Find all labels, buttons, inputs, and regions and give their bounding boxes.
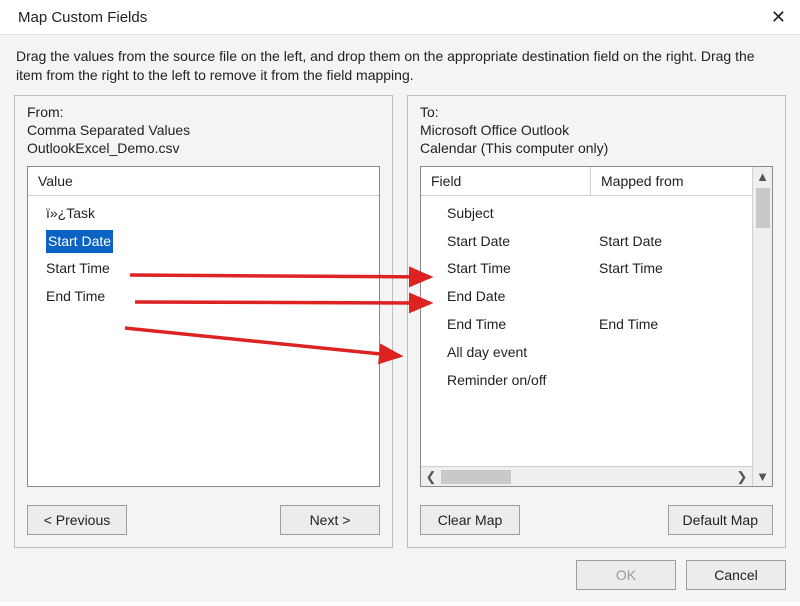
to-folder: Calendar (This computer only): [420, 140, 773, 156]
to-list-item[interactable]: Start DateStart Date: [421, 228, 752, 256]
panels: From: Comma Separated Values OutlookExce…: [14, 95, 786, 548]
to-item-mapped: Start Date: [599, 230, 742, 254]
from-list-item[interactable]: End Time: [28, 283, 379, 311]
to-list-item[interactable]: Start TimeStart Time: [421, 255, 752, 283]
vertical-scrollbar[interactable]: ▲ ▼: [752, 167, 772, 486]
hscroll-thumb[interactable]: [441, 470, 511, 484]
to-item-field: All day event: [439, 341, 599, 365]
cancel-button[interactable]: Cancel: [686, 560, 786, 590]
from-filename: OutlookExcel_Demo.csv: [27, 140, 380, 156]
dialog-footer: OK Cancel: [14, 560, 786, 590]
from-panel: From: Comma Separated Values OutlookExce…: [14, 95, 393, 548]
to-label: To:: [420, 104, 773, 120]
to-item-field: Subject: [439, 202, 599, 226]
to-item-field: End Date: [439, 285, 599, 309]
horizontal-scrollbar[interactable]: ❮ ❯: [421, 466, 752, 486]
to-list-rows: SubjectStart DateStart DateStart TimeSta…: [421, 196, 752, 466]
dialog-body: Drag the values from the source file on …: [0, 34, 800, 602]
to-listbox[interactable]: Field Mapped from SubjectStart DateStart…: [420, 166, 773, 487]
to-list-item[interactable]: End TimeEnd Time: [421, 311, 752, 339]
to-list-item[interactable]: All day event: [421, 339, 752, 367]
to-item-field: End Time: [439, 313, 599, 337]
ok-button[interactable]: OK: [576, 560, 676, 590]
from-item-label: Start Time: [46, 257, 110, 281]
to-item-field: Reminder on/off: [439, 369, 599, 393]
title-bar: Map Custom Fields ✕: [0, 0, 800, 34]
scroll-left-icon[interactable]: ❮: [421, 467, 441, 487]
from-item-label: ï»¿Task: [46, 202, 95, 226]
to-header-field: Field: [421, 167, 591, 195]
from-list-item[interactable]: Start Time: [28, 255, 379, 283]
next-button[interactable]: Next >: [280, 505, 380, 535]
from-list-item[interactable]: ï»¿Task: [28, 200, 379, 228]
from-label: From:: [27, 104, 380, 120]
scroll-up-icon[interactable]: ▲: [756, 167, 770, 186]
to-panel-buttons: Clear Map Default Map: [420, 505, 773, 535]
to-target-app: Microsoft Office Outlook: [420, 122, 773, 138]
instructions-text: Drag the values from the source file on …: [16, 47, 784, 85]
to-panel: To: Microsoft Office Outlook Calendar (T…: [407, 95, 786, 548]
from-header-value: Value: [28, 167, 379, 195]
to-list-header: Field Mapped from: [421, 167, 752, 196]
from-list-item[interactable]: Start Date: [28, 228, 379, 256]
close-icon[interactable]: ✕: [771, 8, 786, 26]
default-map-button[interactable]: Default Map: [668, 505, 773, 535]
previous-button[interactable]: < Previous: [27, 505, 127, 535]
from-panel-buttons: < Previous Next >: [27, 505, 380, 535]
from-list-rows: ï»¿Task Start Date Start Time End Time: [28, 196, 379, 486]
vscroll-thumb[interactable]: [756, 188, 770, 228]
to-item-mapped: Start Time: [599, 257, 742, 281]
to-item-field: Start Date: [439, 230, 599, 254]
to-header-mapped: Mapped from: [591, 167, 752, 195]
dialog-title: Map Custom Fields: [18, 9, 147, 26]
scroll-down-icon[interactable]: ▼: [753, 467, 772, 486]
from-list-header: Value: [28, 167, 379, 196]
to-list-item[interactable]: End Date: [421, 283, 752, 311]
to-list-item[interactable]: Subject: [421, 200, 752, 228]
clear-map-button[interactable]: Clear Map: [420, 505, 520, 535]
to-item-field: Start Time: [439, 257, 599, 281]
from-item-label: Start Date: [46, 230, 113, 254]
from-source-type: Comma Separated Values: [27, 122, 380, 138]
from-listbox[interactable]: Value ï»¿Task Start Date Start Time End Tim…: [27, 166, 380, 487]
from-item-label: End Time: [46, 285, 105, 309]
scroll-right-icon[interactable]: ❯: [732, 467, 752, 487]
to-item-mapped: End Time: [599, 313, 742, 337]
to-list-item[interactable]: Reminder on/off: [421, 367, 752, 395]
